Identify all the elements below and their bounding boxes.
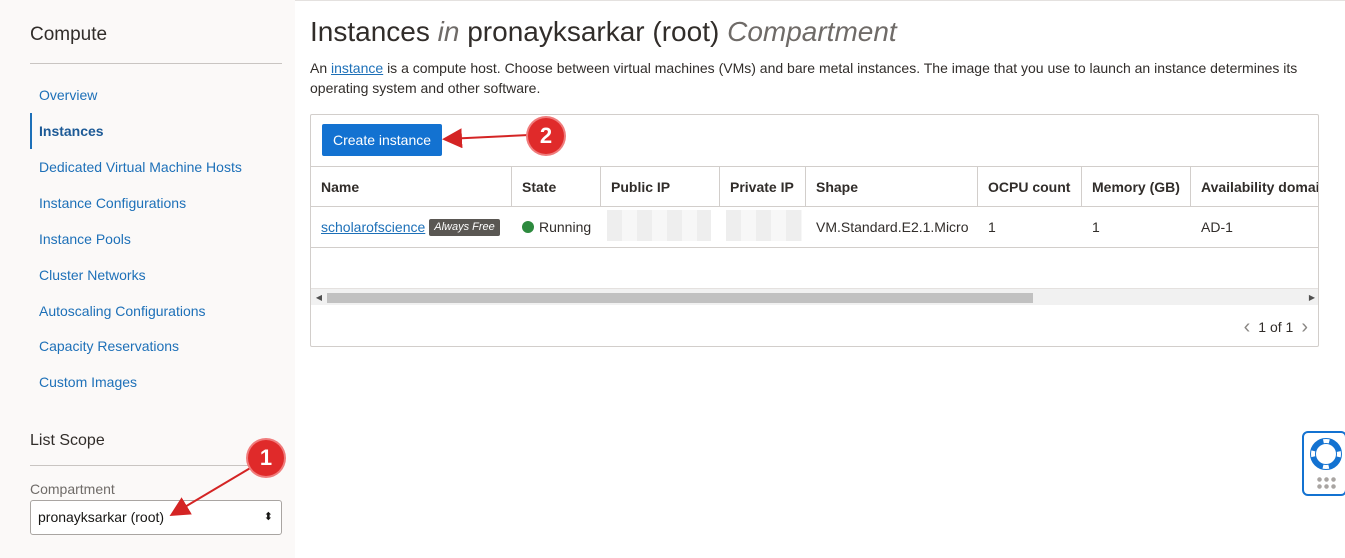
annotation-arrows <box>169 128 530 517</box>
arrow-to-compartment <box>169 466 253 517</box>
annotation-callout-2: 2 <box>528 118 564 154</box>
arrow-to-create-button <box>442 128 530 149</box>
drag-grip-icon[interactable] <box>1316 476 1338 490</box>
page: Compute Overview Instances Dedicated Vir… <box>0 0 1345 558</box>
help-widget[interactable] <box>1302 431 1345 496</box>
annotation-callout-1: 1 <box>248 440 284 476</box>
lifebuoy-icon <box>1310 438 1342 470</box>
